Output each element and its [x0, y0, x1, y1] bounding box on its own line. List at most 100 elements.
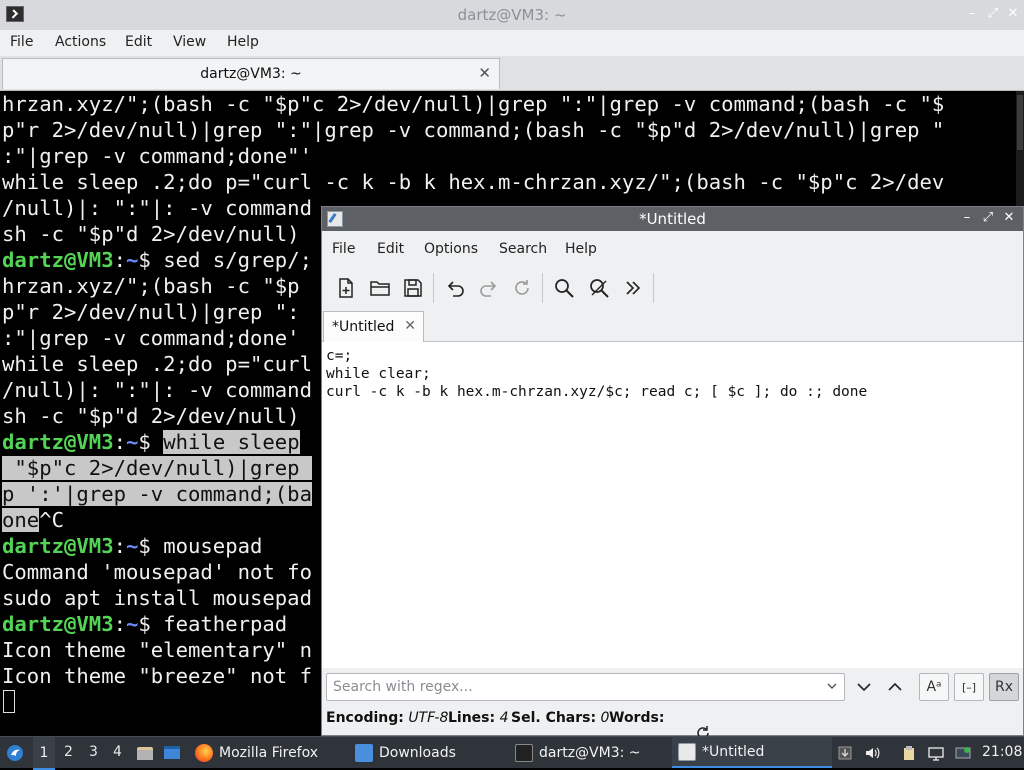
maximize-icon[interactable]: ⤢ [986, 7, 1000, 21]
close-tab-icon[interactable]: ✕ [404, 318, 416, 334]
fp-menu-options[interactable]: Options [424, 241, 478, 257]
terminal-text: Icon theme "elementary" n [2, 638, 312, 662]
close-icon[interactable]: ✕ [1002, 210, 1016, 226]
search-input[interactable] [326, 673, 845, 701]
new-file-icon[interactable] [333, 275, 359, 301]
lines-value: 4 [499, 710, 509, 726]
match-case-button[interactable]: Aᵃ [919, 673, 949, 701]
terminal-scrollbar-thumb[interactable] [1017, 95, 1023, 150]
task-terminal-label: dartz@VM3: ~ [539, 744, 641, 761]
menu-file[interactable]: File [10, 34, 33, 50]
lines-label: Lines: [448, 710, 496, 726]
save-icon[interactable] [400, 275, 426, 301]
featherpad-tab[interactable]: *Untitled ✕ [323, 311, 424, 342]
start-menu-icon[interactable] [5, 737, 25, 768]
task-featherpad[interactable]: *Untitled [672, 737, 832, 768]
toolbar-separator [433, 273, 434, 303]
sel-chars-label: Sel. Chars: [511, 710, 597, 726]
terminal-tabbar: dartz@VM3: ~ ✕ [0, 56, 1024, 91]
prompt-user-host: dartz@VM3 [2, 612, 114, 636]
regex-button[interactable]: Rx [989, 673, 1019, 701]
terminal-line: dartz@VM3:~$ featherpad [2, 611, 287, 637]
whole-word-button[interactable]: [–] [954, 673, 984, 701]
terminal-text: $ sed s/grep/; [138, 248, 312, 272]
task-firefox[interactable]: Mozilla Firefox [195, 737, 350, 768]
task-featherpad-label: *Untitled [702, 743, 765, 760]
close-icon[interactable]: ✕ [1006, 7, 1020, 21]
featherpad-titlebar[interactable]: *Untitled – ⤢ ✕ [322, 207, 1023, 231]
task-downloads-label: Downloads [379, 744, 456, 761]
screenshot-tray-icon[interactable] [837, 745, 853, 761]
text-editor[interactable]: c=; while clear; curl -c k -b k hex.m-ch… [322, 342, 1023, 668]
terminal-line: dartz@VM3:~$ while sleep [2, 429, 300, 455]
minimize-icon[interactable]: – [960, 210, 974, 226]
network-icon[interactable] [928, 745, 944, 761]
search-history-dropdown-icon[interactable] [825, 678, 839, 692]
editor-line-1: c=; [326, 348, 353, 364]
terminal-line: while sleep .2;do p="curl [2, 351, 312, 377]
terminal-text: : [113, 248, 126, 272]
terminal-text: : [113, 534, 126, 558]
workspace-3[interactable]: 3 [89, 744, 98, 760]
fp-menu-file[interactable]: File [332, 241, 355, 257]
terminal-text: sh -c "$p"d 2>/dev/null) [2, 222, 300, 246]
task-terminal[interactable]: dartz@VM3: ~ [515, 737, 670, 768]
terminal-text: sh -c "$p"d 2>/dev/null) [2, 404, 300, 428]
terminal-line: p"r 2>/dev/null)|grep ": [2, 299, 300, 325]
terminal-line: p"r 2>/dev/null)|grep ":"|grep -v comman… [2, 117, 944, 143]
clock[interactable]: 21:08 [982, 744, 1022, 760]
menu-edit[interactable]: Edit [125, 34, 152, 50]
clipboard-icon[interactable] [901, 745, 917, 761]
prompt-path: ~ [126, 612, 139, 636]
fp-menu-help[interactable]: Help [565, 241, 597, 257]
terminal-icon [515, 743, 533, 762]
prompt-path: ~ [126, 430, 139, 454]
terminal-menubar: File Actions Edit View Help [0, 30, 1024, 56]
folder-icon [355, 743, 373, 762]
reload-icon[interactable] [509, 275, 535, 301]
terminal-text: :"|grep -v command;done' [2, 326, 300, 350]
find-icon[interactable] [551, 275, 577, 301]
terminal-tab[interactable]: dartz@VM3: ~ ✕ [2, 58, 500, 89]
volume-icon[interactable] [864, 745, 880, 761]
menu-actions[interactable]: Actions [55, 34, 106, 50]
task-downloads[interactable]: Downloads [355, 737, 505, 768]
terminal-text: ^C [39, 508, 65, 532]
workspace-1[interactable]: 1 [33, 737, 55, 770]
close-tab-icon[interactable]: ✕ [478, 64, 491, 82]
terminal-titlebar[interactable]: dartz@VM3: ~ – ⤢ ✕ [0, 0, 1024, 31]
encoding-label: Encoding: [326, 710, 404, 726]
redo-icon[interactable] [476, 275, 502, 301]
undo-icon[interactable] [442, 275, 468, 301]
editor-line-2: while clear; [326, 366, 431, 382]
minimize-icon[interactable]: – [965, 7, 979, 21]
open-folder-icon[interactable] [367, 275, 393, 301]
fp-menu-edit[interactable]: Edit [377, 241, 404, 257]
workspace-4[interactable]: 4 [113, 744, 122, 760]
terminal-text: Command 'mousepad' not fo [2, 560, 312, 584]
menu-help[interactable]: Help [227, 34, 259, 50]
terminal-line: one^C [2, 507, 64, 533]
terminal-line: :"|grep -v command;done"' [2, 143, 312, 169]
file-manager-launcher-icon[interactable] [135, 737, 155, 768]
find-previous-icon[interactable] [880, 673, 910, 701]
terminal-text: sudo apt install mousepad [2, 586, 312, 610]
maximize-icon[interactable]: ⤢ [981, 210, 995, 226]
fp-menu-search[interactable]: Search [499, 241, 547, 257]
menu-view[interactable]: View [173, 34, 206, 50]
terminal-line: p ':'|grep -v command;(ba [2, 481, 312, 507]
show-desktop-icon[interactable] [162, 737, 182, 768]
prompt-user-host: dartz@VM3 [2, 534, 114, 558]
more-tools-icon[interactable] [620, 275, 646, 301]
terminal-text: while sleep .2;do p="curl -c k -b k hex.… [2, 170, 945, 194]
terminal-text: while sleep .2;do p="curl [2, 352, 312, 376]
find-next-icon[interactable] [849, 673, 879, 701]
terminal-text: p ':'|grep -v command;(ba [2, 482, 312, 506]
updates-icon[interactable] [955, 745, 971, 761]
terminal-text: "$p"c 2>/dev/null)|grep [2, 456, 312, 480]
task-firefox-label: Mozilla Firefox [219, 744, 319, 761]
featherpad-icon [678, 742, 696, 761]
workspace-2[interactable]: 2 [64, 744, 73, 760]
terminal-line: sh -c "$p"d 2>/dev/null) [2, 403, 300, 429]
replace-icon[interactable] [586, 275, 612, 301]
